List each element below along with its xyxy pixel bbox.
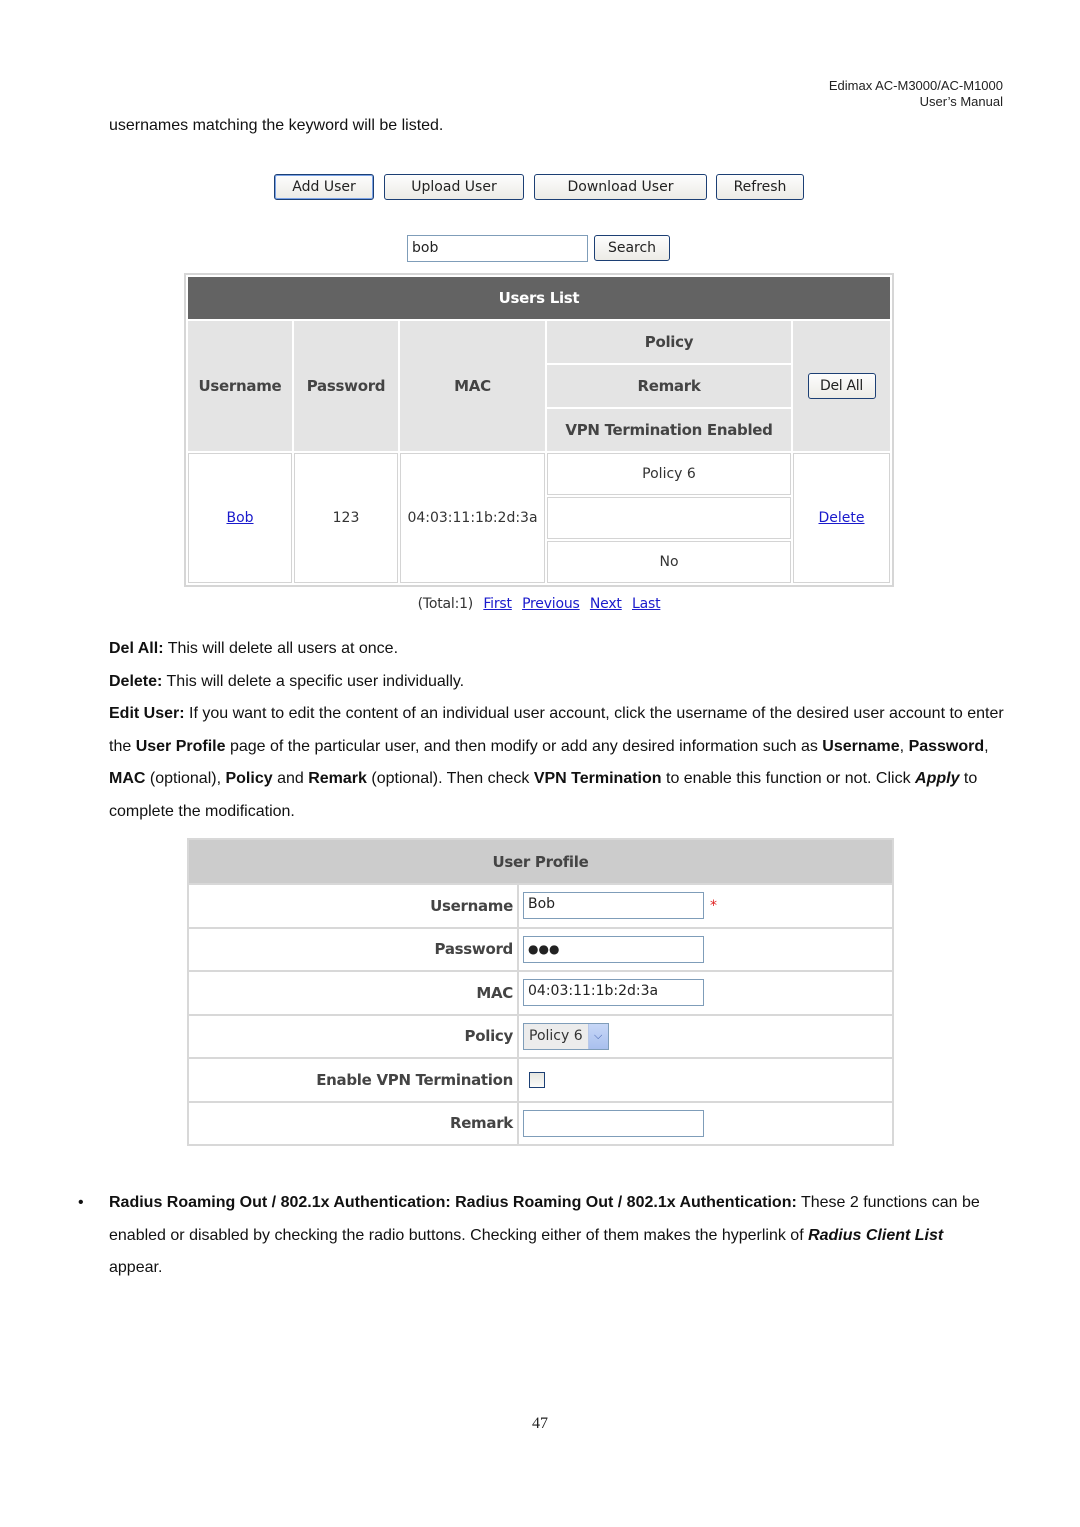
policy-selected-value: Policy 6: [529, 1028, 583, 1045]
total-count: (Total:1): [417, 596, 474, 612]
term: Password: [908, 737, 985, 755]
del-all-description: Del All: This will delete all users at o…: [109, 633, 1009, 666]
delete-text: This will delete a specific user individ…: [162, 673, 465, 690]
header-username: Username: [188, 321, 292, 451]
pagination: (Total:1) First Previous Next Last: [183, 596, 895, 612]
users-table: Users List Username Password MAC Policy …: [184, 273, 894, 587]
text: to enable this function or not. Click: [661, 770, 916, 787]
text: and: [272, 770, 309, 787]
cell-mac: 04:03:11:1b:2d:3a: [400, 453, 545, 583]
term: Username: [822, 737, 900, 755]
del-all-term: Del All:: [109, 640, 164, 657]
remark-field[interactable]: [523, 1109, 704, 1137]
users-list-title: Users List: [188, 277, 890, 319]
term: Apply: [915, 770, 960, 787]
header-remark: Remark: [547, 365, 791, 407]
cell-policy: Policy 6: [547, 453, 791, 495]
header-actions: Del All: [793, 321, 890, 451]
policy-select[interactable]: Policy 6 ⌵: [523, 1022, 609, 1050]
manual-name: User’s Manual: [919, 94, 1003, 109]
user-profile-title: User Profile: [187, 838, 894, 885]
term: VPN Termination: [533, 770, 662, 787]
policy-label: Policy: [187, 1013, 519, 1059]
delete-link[interactable]: Delete: [819, 510, 865, 526]
username-field[interactable]: Bob: [523, 892, 704, 920]
del-all-button[interactable]: Del All: [807, 373, 876, 399]
header-policy: Policy: [547, 321, 791, 363]
required-indicator: *: [710, 897, 717, 914]
chevron-down-icon[interactable]: ⌵: [587, 1023, 608, 1049]
cell-remark: [547, 497, 791, 539]
text: (optional). Then check: [366, 770, 534, 787]
username-link[interactable]: Bob: [226, 510, 253, 526]
delete-term: Delete:: [109, 673, 163, 690]
first-page-link[interactable]: First: [483, 596, 512, 612]
edit-user-term: Edit User:: [109, 705, 185, 722]
bullet-icon: •: [78, 1194, 84, 1211]
radius-roaming-term: Radius Roaming Out / 802.1x Authenticati…: [109, 1194, 797, 1211]
radius-roaming-description: Radius Roaming Out / 802.1x Authenticati…: [109, 1187, 999, 1285]
text: (optional),: [145, 770, 226, 787]
header-mac: MAC: [400, 321, 545, 451]
mac-field[interactable]: 04:03:11:1b:2d:3a: [523, 979, 704, 1007]
term: User Profile: [135, 737, 226, 755]
download-user-button[interactable]: Download User: [534, 174, 707, 200]
header-password: Password: [294, 321, 398, 451]
previous-page-link[interactable]: Previous: [522, 596, 580, 612]
username-label: Username: [187, 883, 519, 929]
term: Policy: [225, 770, 273, 787]
product-name: Edimax AC-M3000/AC-M1000: [828, 78, 1003, 93]
page-number: 47: [532, 1415, 548, 1432]
search-input[interactable]: bob: [407, 235, 588, 262]
mac-label: MAC: [187, 970, 519, 1016]
text: page of the particular user, and then mo…: [225, 737, 823, 755]
search-button[interactable]: Search: [594, 235, 670, 261]
text: ,: [899, 737, 909, 755]
radius-client-list-term: Radius Client List: [808, 1226, 944, 1244]
cell-action: Delete: [793, 453, 890, 583]
cell-password: 123: [294, 453, 398, 583]
del-all-text: This will delete all users at once.: [163, 640, 399, 657]
password-label: Password: [187, 926, 519, 972]
users-list-screenshot: Add User Upload User Download User Refre…: [183, 160, 895, 620]
vpn-termination-checkbox[interactable]: [529, 1071, 545, 1088]
vpn-label: Enable VPN Termination: [187, 1057, 519, 1103]
table-row: Bob 123 04:03:11:1b:2d:3a Policy 6 Delet…: [188, 453, 890, 583]
intro-text: usernames matching the keyword will be l…: [109, 117, 444, 134]
refresh-button[interactable]: Refresh: [716, 174, 804, 200]
delete-description: Delete: This will delete a specific user…: [109, 666, 1009, 699]
remark-label: Remark: [187, 1100, 519, 1146]
add-user-button[interactable]: Add User: [274, 174, 374, 200]
page-header: Edimax AC-M3000/AC-M1000 User’s Manual: [829, 78, 1003, 110]
cell-vpn: No: [547, 541, 791, 583]
term: Remark: [308, 770, 367, 787]
upload-user-button[interactable]: Upload User: [384, 174, 524, 200]
text: appear.: [109, 1259, 163, 1276]
password-field[interactable]: ●●●: [523, 935, 704, 963]
text: ,: [984, 737, 989, 755]
next-page-link[interactable]: Next: [590, 596, 622, 612]
last-page-link[interactable]: Last: [632, 596, 661, 612]
user-profile-table: User Profile Username Bob * Password ●●● …: [187, 838, 894, 1146]
edit-user-description: Edit User: If you want to edit the conte…: [109, 698, 1009, 828]
header-vpn: VPN Termination Enabled: [547, 409, 791, 451]
term: MAC: [109, 770, 146, 787]
cell-username: Bob: [188, 453, 292, 583]
